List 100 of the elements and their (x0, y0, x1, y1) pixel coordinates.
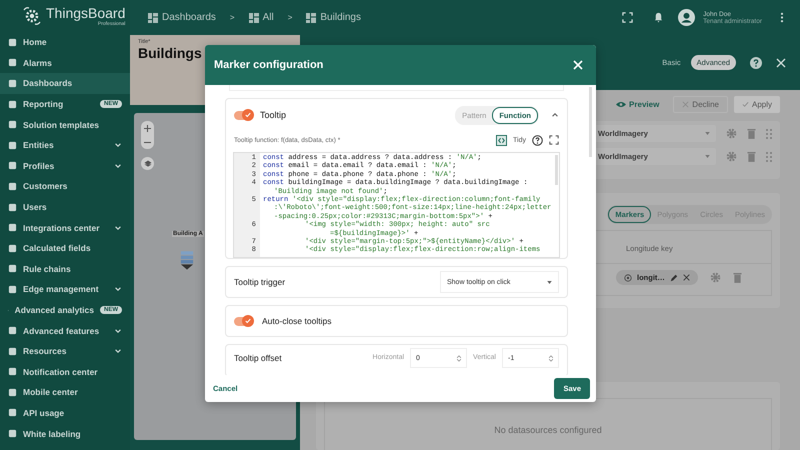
sidebar-item[interactable]: Advanced features (0, 320, 130, 341)
sidebar-item[interactable]: Users (0, 196, 130, 218)
sidebar-item-label: Profiles (23, 160, 56, 171)
breadcrumb-link[interactable]: Buildings (306, 12, 361, 23)
square-icon (8, 78, 17, 88)
sidebar-item[interactable]: Mobile center (0, 382, 130, 403)
sidebar-item[interactable]: Calculated fields (0, 238, 130, 259)
edit-icon[interactable] (670, 274, 678, 282)
fullscreen-icon[interactable] (549, 135, 559, 145)
sidebar-item[interactable]: Entities (0, 134, 130, 156)
sidebar-item[interactable]: Dashboards (0, 73, 130, 94)
code-editor[interactable] (233, 152, 560, 258)
sidebar-item-label: Users (23, 202, 48, 212)
scrollbar-thumb[interactable] (589, 87, 592, 157)
auto-close-label: Auto-close tooltips (262, 316, 332, 326)
square-icon (8, 100, 17, 109)
tooltip-toggle[interactable] (234, 110, 252, 120)
tooltip-trigger-label: Tooltip trigger (234, 277, 286, 287)
close-icon (682, 101, 690, 108)
square-icon (8, 346, 17, 356)
spinner-icon[interactable] (457, 354, 462, 362)
sidebar-item[interactable]: Rule chains (0, 258, 130, 280)
sidebar-item[interactable]: Edge management (0, 279, 130, 300)
square-icon (8, 264, 17, 274)
square-icon (8, 408, 17, 418)
gear-logo-icon (22, 6, 42, 26)
plus-icon (144, 124, 151, 132)
more-vertical-icon[interactable] (780, 12, 784, 23)
eye-icon (616, 101, 626, 108)
building-marker-icon[interactable] (180, 249, 194, 271)
auto-close-toggle[interactable] (234, 316, 252, 326)
breadcrumb-separator: > (286, 13, 294, 22)
breadcrumb-separator: > (228, 13, 236, 22)
sidebar-item-label: Dashboards (23, 78, 74, 88)
notifications-icon[interactable] (653, 12, 664, 23)
layers-icon (144, 160, 152, 168)
square-icon (8, 140, 17, 150)
sidebar-item[interactable]: Home (0, 32, 130, 53)
sidebar-item-label: Calculated fields (23, 243, 92, 254)
remove-icon[interactable] (682, 274, 690, 281)
sidebar-item-label: Reporting (23, 99, 64, 110)
sidebar-item-label: Notification center (23, 366, 99, 377)
dropdown-icon (547, 280, 552, 284)
sidebar-item[interactable]: Solution templates (0, 114, 130, 135)
grid-icon (148, 12, 158, 22)
sidebar-item[interactable]: Customers (0, 176, 130, 197)
check-icon (245, 318, 251, 324)
sidebar-item[interactable]: Notification center (0, 362, 130, 382)
square-icon (8, 429, 17, 438)
empty-message: No datasources configured (494, 425, 602, 437)
sidebar-item[interactable]: Integrations center (0, 217, 130, 238)
square-icon (8, 182, 17, 191)
square-icon (8, 388, 17, 397)
square-icon (8, 161, 17, 170)
square-icon (8, 38, 17, 47)
scrollbar-thumb[interactable] (555, 155, 558, 185)
sidebar-item-label: Edge management (23, 284, 100, 294)
sidebar-item-label: White labeling (23, 428, 82, 439)
grid-icon (306, 12, 316, 22)
check-icon (742, 101, 749, 108)
sidebar-item-label: Rule chains (23, 264, 72, 274)
drag-handle-icon[interactable] (766, 128, 772, 138)
sidebar-item-label: Mobile center (23, 387, 79, 398)
square-icon (8, 223, 17, 232)
breadcrumb-link[interactable]: All (248, 12, 274, 23)
sidebar-item-label: Resources (23, 346, 68, 356)
square-icon (8, 326, 17, 336)
sidebar-item-label: Integrations center (23, 222, 101, 233)
sidebar-item-label: Home (23, 37, 48, 48)
close-icon[interactable] (776, 58, 786, 68)
help-icon[interactable] (532, 134, 543, 146)
spinner-icon[interactable] (549, 354, 553, 362)
breadcrumb-link[interactable]: Dashboards (148, 12, 216, 23)
sidebar-item[interactable]: Alarms (0, 52, 130, 74)
sidebar-item-label: Advanced analytics (14, 305, 94, 316)
square-icon (8, 202, 17, 212)
square-icon (8, 120, 17, 130)
layers-button[interactable] (141, 157, 154, 170)
sidebar-item-label: Customers (23, 181, 68, 192)
square-icon (8, 367, 17, 376)
dashboard-title: Buildings (138, 45, 202, 61)
avatar-icon[interactable] (678, 9, 696, 26)
help-icon[interactable] (750, 56, 762, 68)
code-brackets-icon[interactable] (496, 134, 508, 146)
sidebar-item-label: API usage (23, 408, 66, 418)
sidebar-item[interactable]: API usage (0, 402, 130, 424)
grid-icon (248, 12, 259, 22)
sidebar-item[interactable]: Profiles (0, 156, 130, 176)
chevron-up-icon[interactable] (551, 111, 559, 119)
tooltip-label: Tooltip (260, 110, 286, 120)
sidebar-item-label: Entities (23, 140, 55, 150)
tooltip-offset-label: Tooltip offset (234, 353, 282, 363)
square-icon (8, 244, 17, 253)
sidebar-item-label: Alarms (23, 58, 53, 68)
sidebar-item[interactable]: Resources (0, 340, 130, 362)
check-icon (245, 112, 251, 118)
sidebar-item[interactable]: White labeling (0, 423, 130, 444)
drag-handle-icon[interactable] (766, 152, 772, 162)
dialog-title: Marker configuration (214, 59, 324, 71)
sidebar-item-label: Advanced features (23, 326, 100, 336)
